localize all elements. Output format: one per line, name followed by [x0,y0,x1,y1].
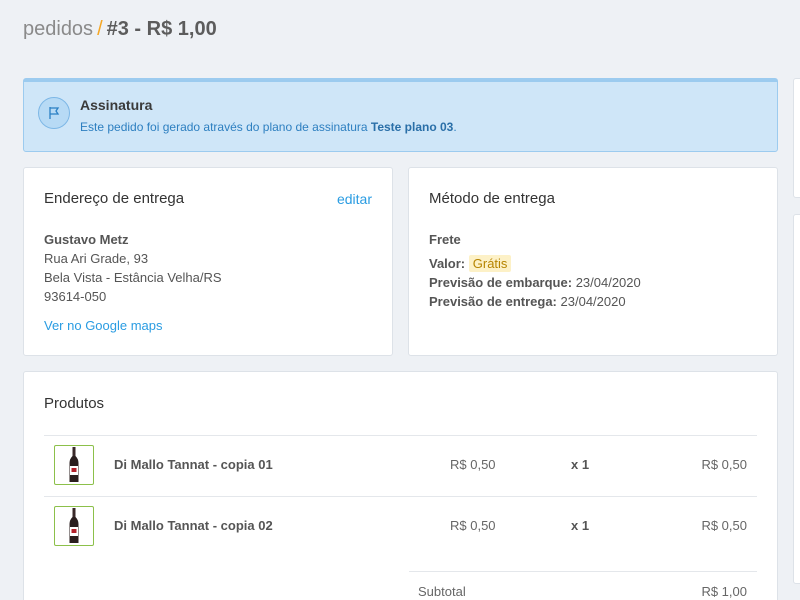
subscription-banner: Assinatura Este pedido foi gerado atravé… [23,78,778,152]
shipping-value-label: Valor: [429,256,466,271]
ship-date-label: Previsão de embarque: [429,275,573,290]
address-street: Rua Ari Grade, 93 [44,251,149,266]
delivery-date-value: 23/04/2020 [560,294,626,309]
ship-date-row: Previsão de embarque: 23/04/2020 [429,275,641,290]
right-panel-edge [793,78,800,198]
shipping-value-badge: Grátis [468,255,512,272]
breadcrumb-pedidos[interactable]: pedidos [23,18,93,40]
banner-title: Assinatura [80,97,153,113]
product-unit-price: R$ 0,50 [450,518,496,533]
wine-bottle-icon [69,508,79,543]
flag-icon [38,97,70,129]
page-title: pedidos / #3 - R$ 1,00 [23,18,217,41]
shipping-address-title: Endereço de entrega [44,190,185,207]
recipient-name: Gustavo Metz [44,232,129,247]
banner-text-prefix: Este pedido foi gerado através do plano … [80,120,371,134]
right-panel-edge [793,214,800,584]
address-zip: 93614-050 [44,289,107,304]
product-total: R$ 0,50 [701,518,747,533]
subscription-plan-name: Teste plano 03 [370,120,454,134]
product-thumbnail[interactable] [54,445,94,485]
shipping-method-card: Método de entrega Frete Valor: Grátis Pr… [408,167,778,356]
address-city: Bela Vista - Estância Velha/RS [44,270,222,285]
product-quantity: x 1 [571,518,590,533]
banner-text: Este pedido foi gerado através do plano … [80,120,457,134]
shipping-value-row: Valor: Grátis [429,255,512,272]
wine-bottle-icon [69,447,79,482]
product-name[interactable]: Di Mallo Tannat - copia 01 [114,457,273,472]
product-quantity: x 1 [571,457,590,472]
ship-date-value: 23/04/2020 [575,275,641,290]
edit-address-link[interactable]: editar [337,191,372,207]
shipping-address-card: Endereço de entrega editar Gustavo Metz … [23,167,393,356]
product-unit-price: R$ 0,50 [450,457,496,472]
product-thumbnail[interactable] [54,506,94,546]
products-title: Produtos [44,395,105,412]
product-total: R$ 0,50 [701,457,747,472]
breadcrumb-separator: / [97,18,103,40]
subtotal-label: Subtotal [418,584,466,599]
shipping-method-title: Método de entrega [429,190,555,207]
subtotal-value: R$ 1,00 [701,584,747,599]
google-maps-link[interactable]: Ver no Google maps [44,318,163,333]
product-name[interactable]: Di Mallo Tannat - copia 02 [114,518,273,533]
subtotal-divider [409,571,757,572]
delivery-date-label: Previsão de entrega: [429,294,557,309]
products-divider [44,435,757,436]
shipping-method-name: Frete [429,232,461,247]
banner-text-suffix: . [453,120,457,134]
products-card: Produtos Di Mallo Tannat - copia 01 R$ 0… [23,371,778,600]
delivery-date-row: Previsão de entrega: 23/04/2020 [429,294,626,309]
row-divider [44,496,757,497]
order-label: #3 - R$ 1,00 [106,18,217,40]
